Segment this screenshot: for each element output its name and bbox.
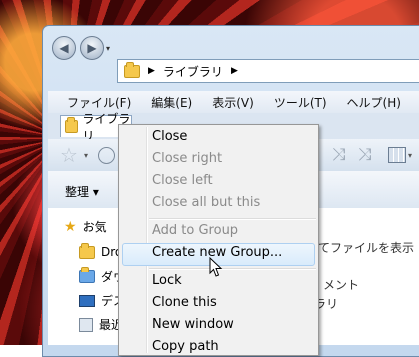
menu-edit[interactable]: 編集(E) — [151, 94, 192, 111]
menu-separator — [149, 268, 316, 270]
content-hint-text: てファイルを表示 — [318, 241, 415, 255]
menu-view[interactable]: 表示(V) — [212, 94, 254, 111]
menu-help[interactable]: ヘルプ(H) — [347, 94, 401, 111]
menu-gutter — [146, 127, 148, 353]
address-bar[interactable]: ▶ ライブラリ ▶ — [117, 59, 419, 83]
move-left-icon[interactable]: ⤨ — [332, 145, 346, 165]
tree-item-label: お気 — [82, 220, 107, 234]
library-icon — [124, 61, 140, 78]
breadcrumb-chevron-icon[interactable]: ▶ — [231, 66, 238, 76]
folder-icon — [79, 242, 95, 259]
menu-item-close-right[interactable]: Close right — [152, 151, 222, 166]
view-dropdown-icon[interactable]: ▾ — [408, 151, 412, 160]
menu-tools[interactable]: ツール(T) — [274, 94, 327, 111]
menu-item-close-all-but-this[interactable]: Close all but this — [152, 195, 260, 210]
breadcrumb-chevron-icon[interactable]: ▶ — [148, 66, 155, 76]
tree-item-favorites[interactable]: ★ お気 — [64, 218, 107, 235]
menu-separator — [149, 218, 316, 220]
menu-item-clone-this[interactable]: Clone this — [152, 295, 217, 310]
back-button[interactable]: ◀ — [52, 36, 76, 60]
back-arrow-icon: ◀ — [59, 41, 69, 55]
favorite-star-icon[interactable]: ☆ — [60, 143, 78, 167]
tab-context-menu: Close Close right Close left Close all b… — [118, 124, 319, 356]
menu-item-add-to-group[interactable]: Add to Group — [152, 223, 238, 238]
forward-button[interactable]: ▶ — [80, 36, 104, 60]
menu-item-close-left[interactable]: Close left — [152, 173, 213, 188]
star-dropdown-icon[interactable]: ▾ — [84, 151, 88, 160]
menu-item-new-window[interactable]: New window — [152, 317, 234, 332]
menu-item-copy-path[interactable]: Copy path — [152, 339, 219, 354]
tree-item-dropbox[interactable]: Dro — [79, 242, 122, 259]
content-item-documents: メント — [323, 278, 360, 292]
desktop-icon — [79, 294, 95, 307]
menu-item-lock[interactable]: Lock — [152, 273, 182, 288]
move-right-icon[interactable]: ⤨ — [358, 145, 372, 165]
view-options-icon[interactable] — [388, 147, 406, 163]
library-icon — [65, 117, 79, 133]
organize-button[interactable]: 整理 ▾ — [65, 183, 99, 200]
menu-file[interactable]: ファイル(F) — [67, 94, 131, 111]
menu-item-close[interactable]: Close — [152, 129, 187, 144]
clock-icon[interactable] — [98, 147, 115, 164]
breadcrumb-library[interactable]: ライブラリ — [163, 63, 223, 80]
forward-arrow-icon: ▶ — [87, 41, 97, 55]
download-folder-icon — [79, 267, 95, 283]
recent-icon — [79, 317, 93, 332]
star-icon: ★ — [64, 218, 77, 235]
history-dropdown-icon[interactable]: ▾ — [106, 44, 110, 53]
mouse-cursor-icon — [209, 257, 223, 277]
tree-item-recent[interactable]: 最近 — [79, 316, 123, 333]
